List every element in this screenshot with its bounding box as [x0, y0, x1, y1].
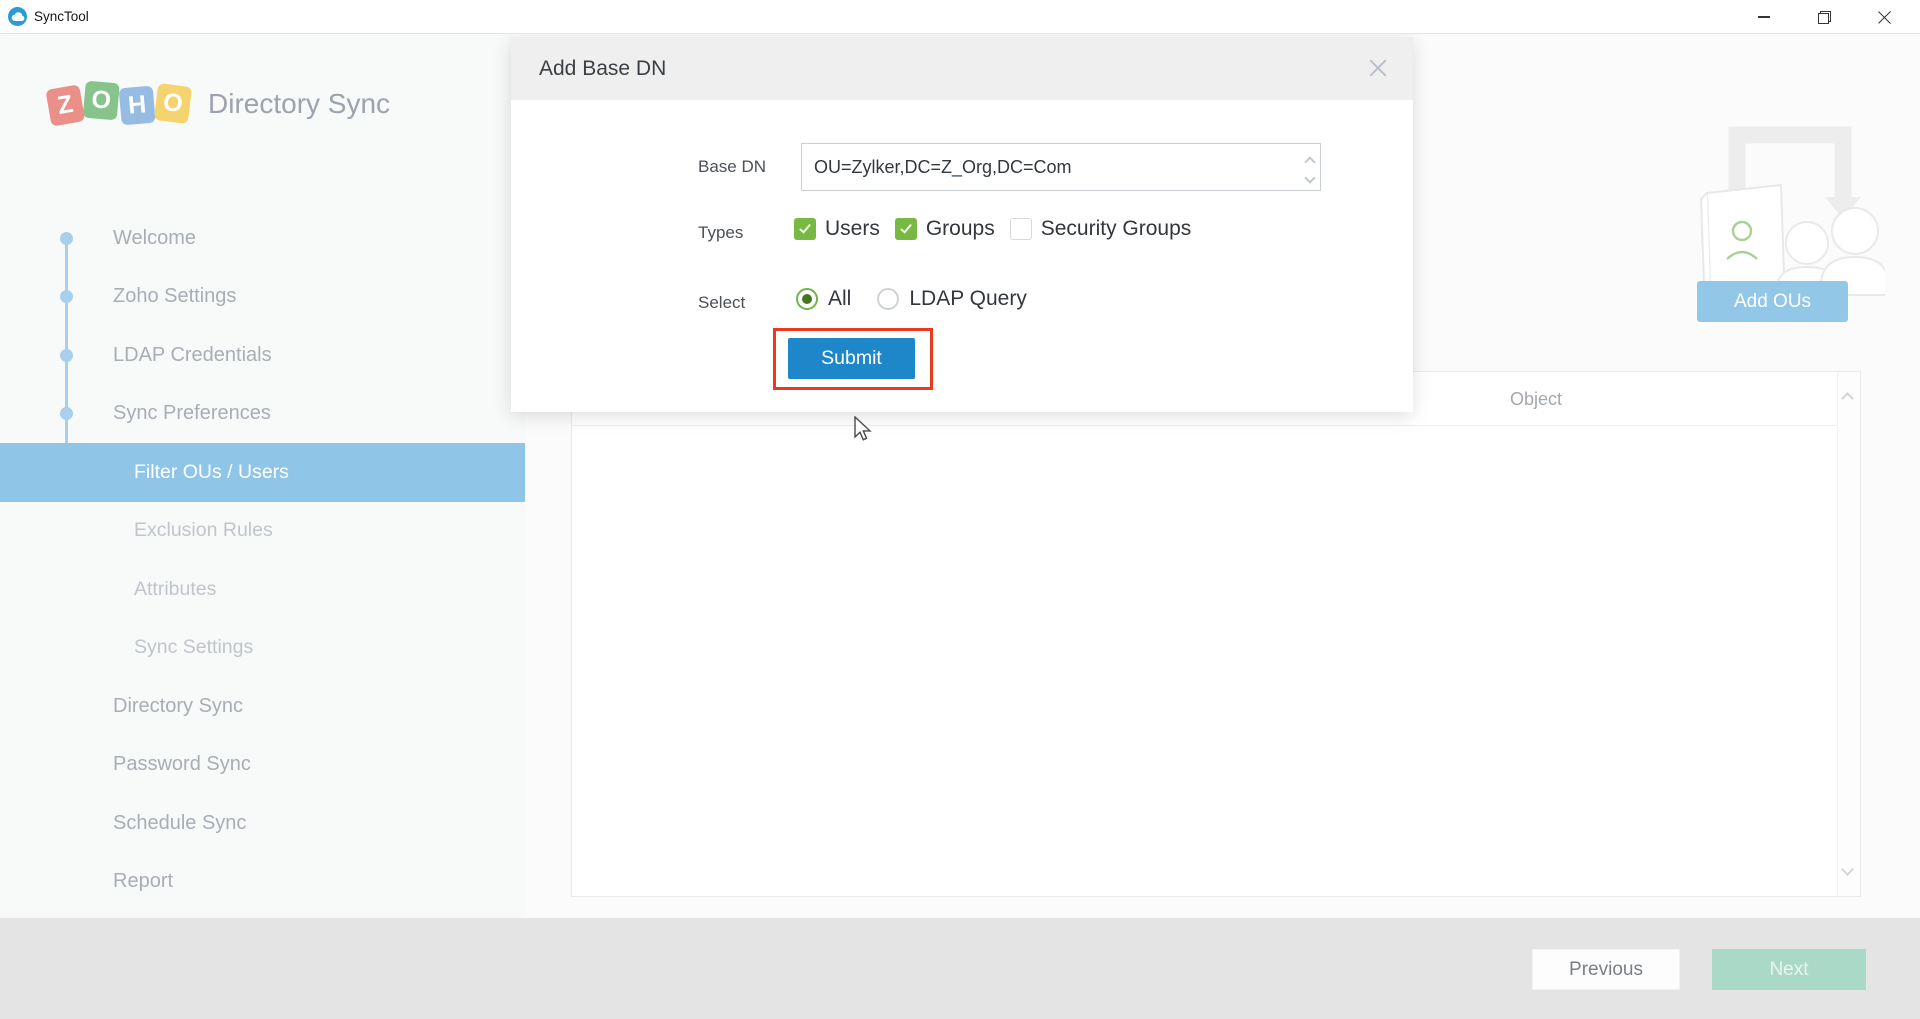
- base-dn-spinner-up[interactable]: [1303, 153, 1319, 168]
- synctool-window: SyncTool Z O H O Directory Sync Welcome …: [0, 0, 1920, 1019]
- sidebar-item-label: Filter OUs / Users: [134, 460, 289, 483]
- sidebar-item-password-sync[interactable]: Password Sync: [0, 736, 525, 795]
- radio-label: All: [828, 287, 852, 310]
- restore-button[interactable]: [1794, 0, 1854, 34]
- close-icon: [1877, 10, 1892, 25]
- radio-selected-icon: [796, 288, 818, 310]
- sidebar-item-sync-preferences[interactable]: Sync Preferences: [0, 385, 525, 444]
- column-header-object: Object: [1510, 388, 1563, 409]
- checkbox-checked-icon: [794, 218, 816, 240]
- close-icon: [1367, 57, 1389, 79]
- sidebar-item-zoho-settings[interactable]: Zoho Settings: [0, 268, 525, 327]
- mouse-cursor-icon: [854, 416, 872, 441]
- footer-bar: Previous Next: [0, 918, 1920, 1019]
- types-options: Users Groups Security Groups: [794, 217, 1206, 241]
- sidebar-item-attributes[interactable]: Attributes: [0, 560, 525, 619]
- select-label: Select: [698, 293, 746, 312]
- window-title: SyncTool: [34, 9, 89, 24]
- checkbox-option-groups[interactable]: Groups: [894, 217, 995, 241]
- sidebar-item-label: Report: [113, 870, 174, 893]
- sidebar: Z O H O Directory Sync Welcome Zoho Sett…: [0, 35, 525, 951]
- checkbox-option-security-groups[interactable]: Security Groups: [1009, 217, 1192, 241]
- previous-button[interactable]: Previous: [1532, 949, 1680, 990]
- sidebar-item-ldap-credentials[interactable]: LDAP Credentials: [0, 326, 525, 385]
- step-dot-icon: [60, 348, 73, 362]
- restore-icon: [1817, 10, 1831, 24]
- checkbox-label: Security Groups: [1040, 217, 1192, 240]
- scroll-down-icon[interactable]: [1841, 863, 1854, 876]
- sidebar-item-label: LDAP Credentials: [113, 343, 272, 366]
- select-options: All LDAP Query: [796, 287, 1053, 311]
- title-bar: SyncTool: [0, 0, 1920, 34]
- sidebar-item-schedule-sync[interactable]: Schedule Sync: [0, 794, 525, 853]
- checkbox-label: Groups: [925, 217, 995, 240]
- zoho-logo: Z O H O Directory Sync: [45, 80, 391, 127]
- zoho-logo-blocks: Z O H O: [45, 80, 193, 127]
- table-scrollbar[interactable]: [1837, 372, 1860, 896]
- checkbox-option-users[interactable]: Users: [794, 217, 880, 241]
- radio-option-all[interactable]: All: [796, 287, 851, 311]
- radio-label: LDAP Query: [909, 287, 1027, 310]
- checkbox-checked-icon: [894, 218, 917, 240]
- sidebar-nav: Welcome Zoho Settings LDAP Credentials S…: [0, 209, 525, 970]
- check-icon: [900, 221, 912, 234]
- synctool-cloud-icon: [8, 7, 27, 26]
- submit-button[interactable]: Submit: [788, 338, 915, 379]
- zoho-letter-h: H: [118, 85, 156, 126]
- window-controls: [1734, 0, 1914, 34]
- minimize-icon: [1758, 16, 1770, 18]
- radio-option-ldap-query[interactable]: LDAP Query: [877, 287, 1027, 311]
- check-icon: [799, 221, 811, 234]
- sidebar-item-exclusion-rules[interactable]: Exclusion Rules: [0, 502, 525, 561]
- step-dot-icon: [60, 407, 73, 421]
- checkbox-label: Users: [825, 217, 880, 240]
- sidebar-item-label: Schedule Sync: [113, 811, 247, 834]
- zoho-letter-o1: O: [82, 80, 120, 121]
- sidebar-item-label: Attributes: [134, 577, 217, 600]
- sidebar-item-label: Welcome: [113, 226, 196, 249]
- dialog-title: Add Base DN: [539, 56, 667, 80]
- sidebar-item-label: Sync Settings: [134, 636, 254, 659]
- dialog-header: Add Base DN: [511, 37, 1413, 100]
- radio-unselected-icon: [877, 288, 900, 310]
- step-dot-icon: [60, 290, 73, 304]
- sidebar-item-label: Password Sync: [113, 753, 251, 776]
- next-button[interactable]: Next: [1712, 949, 1866, 990]
- step-dot-icon: [60, 231, 73, 245]
- chevron-up-icon: [1304, 156, 1316, 168]
- sidebar-item-report[interactable]: Report: [0, 853, 525, 912]
- zoho-letter-z: Z: [45, 84, 86, 127]
- sidebar-item-welcome[interactable]: Welcome: [0, 209, 525, 268]
- add-ous-button[interactable]: Add OUs: [1697, 281, 1848, 322]
- product-name: Directory Sync: [208, 87, 391, 119]
- dialog-close-button[interactable]: [1367, 57, 1389, 79]
- types-label: Types: [698, 223, 744, 242]
- sidebar-item-label: Exclusion Rules: [134, 519, 273, 542]
- radio-dot: [802, 294, 812, 304]
- sidebar-item-label: Directory Sync: [113, 694, 244, 717]
- base-dn-spinner-down[interactable]: [1303, 171, 1319, 185]
- minimize-button[interactable]: [1734, 0, 1794, 34]
- sidebar-item-label: Sync Preferences: [113, 402, 271, 425]
- sidebar-item-sync-settings[interactable]: Sync Settings: [0, 619, 525, 678]
- sidebar-item-label: Zoho Settings: [113, 285, 237, 308]
- base-dn-label: Base DN: [698, 157, 767, 176]
- ou-table: Object: [571, 371, 1861, 897]
- base-dn-input[interactable]: [801, 143, 1321, 191]
- sidebar-item-directory-sync[interactable]: Directory Sync: [0, 677, 525, 736]
- sidebar-item-filter-ous-users[interactable]: Filter OUs / Users: [0, 443, 525, 502]
- checkbox-unchecked-icon: [1009, 218, 1032, 240]
- scroll-up-icon[interactable]: [1841, 392, 1854, 405]
- add-base-dn-dialog: Add Base DN Base DN Types Users Groups S…: [511, 37, 1413, 412]
- zoho-letter-o2: O: [153, 83, 193, 124]
- chevron-down-icon: [1304, 172, 1316, 184]
- close-button[interactable]: [1854, 0, 1914, 34]
